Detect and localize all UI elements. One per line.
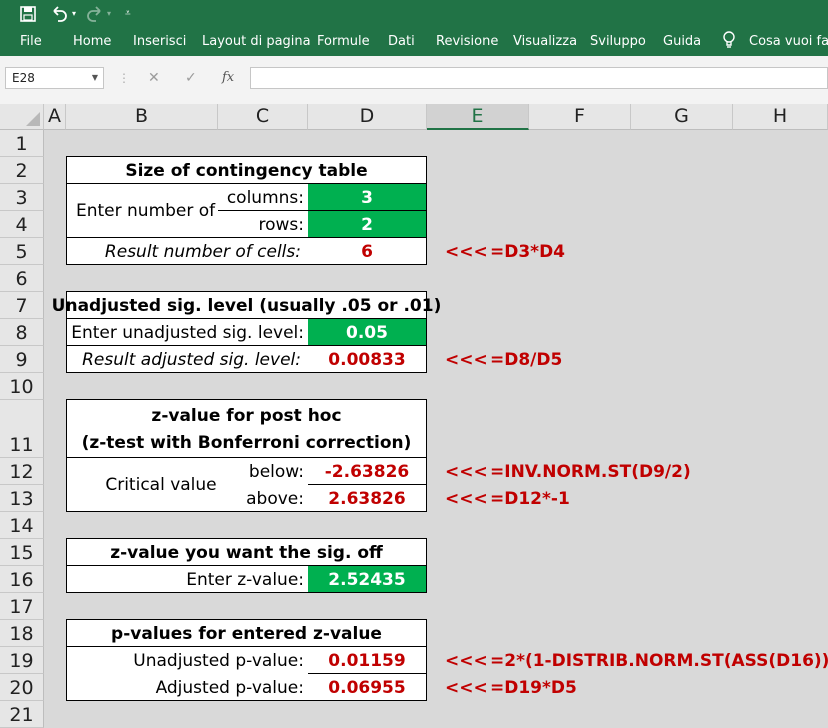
save-icon[interactable] [20, 0, 36, 28]
insert-function-icon[interactable]: fx [222, 67, 234, 89]
row-header[interactable]: 2 [0, 157, 44, 184]
below-label: below: [248, 461, 304, 482]
row-header[interactable]: 3 [0, 184, 44, 211]
row-header[interactable]: 18 [0, 620, 44, 647]
row-header[interactable]: 16 [0, 566, 44, 593]
column-header-f[interactable]: F [529, 104, 631, 130]
redo-icon [86, 0, 104, 28]
row-header[interactable]: 5 [0, 238, 44, 265]
formula-input[interactable] [250, 67, 828, 89]
tab-file[interactable]: File [20, 28, 42, 56]
column-header-h[interactable]: H [733, 104, 828, 130]
tab-home[interactable]: Home [73, 28, 111, 56]
critical-above-value[interactable]: 2.63826 [308, 485, 426, 512]
column-header-g[interactable]: G [631, 104, 733, 130]
row-header[interactable]: 14 [0, 512, 44, 539]
row-header[interactable]: 10 [0, 373, 44, 400]
adjusted-p-label: Adjusted p-value: [155, 677, 304, 698]
row-header[interactable]: 9 [0, 346, 44, 373]
name-box-value: E28 [12, 71, 35, 85]
unadjusted-p-value[interactable]: 0.01159 [308, 647, 426, 674]
contingency-size-title: Size of contingency table [125, 160, 368, 181]
post-hoc-title-line1: z-value for post hoc [151, 405, 342, 426]
enter-icon: ✓ [185, 70, 197, 86]
column-header-e[interactable]: E [427, 104, 529, 130]
adjusted-p-value[interactable]: 0.06955 [308, 674, 426, 701]
tab-formulas[interactable]: Formule [317, 28, 370, 56]
unadjusted-p-label: Unadjusted p-value: [133, 650, 304, 671]
row-header[interactable]: 1 [0, 130, 44, 157]
z-input-title: z-value you want the sig. off [110, 542, 383, 563]
annotation-formula: =2*(1-DISTRIB.NORM.ST(ASS(D16))) [490, 650, 828, 671]
annotation-formula: =INV.NORM.ST(D9/2) [490, 461, 691, 482]
row-header[interactable]: 19 [0, 647, 44, 674]
row-header[interactable]: 12 [0, 458, 44, 485]
columns-input[interactable]: 3 [308, 184, 426, 211]
redo-dropdown-icon: ▾ [107, 9, 112, 18]
unadjusted-sig-label: Enter unadjusted sig. level: [71, 322, 304, 343]
enter-number-label: Enter number of [76, 201, 216, 221]
post-hoc-title-line2: (z-test with Bonferroni correction) [81, 432, 412, 453]
adjusted-sig-value[interactable]: 0.00833 [308, 346, 426, 373]
row-header[interactable]: 17 [0, 593, 44, 620]
above-label: above: [246, 488, 304, 509]
unadjusted-sig-input[interactable]: 0.05 [308, 319, 426, 346]
column-header-b[interactable]: B [66, 104, 218, 130]
quick-access-toolbar: ▾ ▾ ⩡ [0, 0, 828, 28]
tab-insert[interactable]: Inserisci [133, 28, 186, 56]
annotation-arrow: <<< [445, 488, 488, 509]
annotation-arrow: <<< [445, 349, 488, 370]
annotation-arrow: <<< [445, 241, 488, 262]
annotation-formula: =D8/D5 [490, 349, 563, 370]
select-all-button[interactable] [0, 104, 44, 130]
formula-bar: E28 ▼ ⋮ ✕ ✓ fx [0, 56, 828, 105]
rows-input[interactable]: 2 [308, 211, 426, 238]
annotation-formula: =D12*-1 [490, 488, 570, 509]
adjusted-sig-label: Result adjusted sig. level: [82, 349, 301, 370]
result-cells-value[interactable]: 6 [308, 238, 426, 265]
undo-dropdown-icon[interactable]: ▾ [72, 0, 76, 28]
formula-bar-grip-icon: ⋮ [118, 71, 130, 85]
row-header[interactable]: 13 [0, 485, 44, 512]
undo-icon[interactable] [50, 0, 68, 28]
tell-me-search[interactable]: Cosa vuoi fare? [749, 28, 828, 56]
rows-label: rows: [258, 214, 304, 235]
critical-below-value[interactable]: -2.63826 [308, 458, 426, 485]
sig-level-title: Unadjusted sig. level (usually .05 or .0… [51, 295, 442, 316]
row-header[interactable]: 7 [0, 292, 44, 319]
column-header-d[interactable]: D [308, 104, 427, 130]
column-header-c[interactable]: C [218, 104, 308, 130]
p-values-title: p-values for entered z-value [111, 623, 382, 644]
customize-qat-icon[interactable]: ⩡ [125, 0, 131, 28]
annotation-formula: =D19*D5 [490, 677, 577, 698]
row-header[interactable]: 6 [0, 265, 44, 292]
row-header[interactable]: 21 [0, 701, 44, 728]
annotation-arrow: <<< [445, 461, 488, 482]
name-box[interactable]: E28 ▼ [5, 67, 104, 89]
tab-review[interactable]: Revisione [436, 28, 498, 56]
name-box-dropdown-icon[interactable]: ▼ [92, 68, 98, 88]
row-header[interactable]: 11 [0, 400, 44, 458]
annotation-arrow: <<< [445, 677, 488, 698]
annotation-formula: =D3*D4 [490, 241, 566, 262]
tab-help[interactable]: Guida [663, 28, 701, 56]
tab-page-layout[interactable]: Layout di pagina [202, 28, 311, 56]
z-value-input[interactable]: 2.52435 [308, 566, 426, 593]
tab-developer[interactable]: Sviluppo [590, 28, 646, 56]
row-header[interactable]: 15 [0, 539, 44, 566]
cancel-icon: ✕ [148, 70, 160, 86]
row-header[interactable]: 4 [0, 211, 44, 238]
z-value-label: Enter z-value: [186, 569, 304, 590]
select-all-triangle-icon [26, 112, 40, 126]
annotation-arrow: <<< [445, 650, 488, 671]
columns-label: columns: [226, 187, 304, 208]
lightbulb-icon[interactable] [722, 28, 736, 56]
column-header-a[interactable]: A [44, 104, 66, 130]
tab-view[interactable]: Visualizza [513, 28, 577, 56]
row-header[interactable]: 8 [0, 319, 44, 346]
tab-data[interactable]: Dati [388, 28, 415, 56]
result-cells-label: Result number of cells: [104, 241, 301, 262]
row-header[interactable]: 20 [0, 674, 44, 701]
ribbon-tabs: File Home Inserisci Layout di pagina For… [0, 28, 828, 56]
